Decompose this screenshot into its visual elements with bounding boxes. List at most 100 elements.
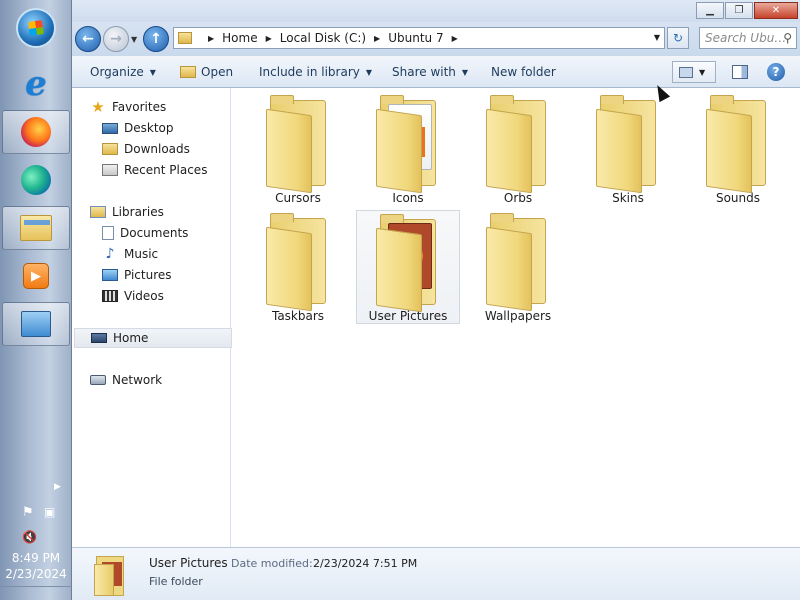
title-bar[interactable]: ▁ ❐ ✕ [72,0,800,22]
folder-icon [20,215,52,241]
new-folder-button[interactable]: New folder [491,65,556,79]
music-note-icon: ♪ [105,246,115,262]
chevron-right-icon[interactable]: ▶ [374,34,380,43]
documents-icon [102,226,114,240]
folder-label: Cursors [275,191,321,205]
refresh-icon: ↻ [672,31,684,45]
folder-cursors[interactable]: Cursors [246,92,350,206]
folder-open-icon [180,66,196,78]
media-player-icon: ▶ [23,263,49,289]
open-label: Open [201,65,234,79]
taskbar-edge[interactable] [2,158,70,202]
clock[interactable]: 8:49 PM 2/23/2024 [0,550,72,582]
close-icon: ✕ [771,5,781,16]
navigation-pane: ★ Favorites Desktop Downloads Recent Plac… [72,88,232,547]
sidebar-item-libraries[interactable]: Libraries [90,202,248,222]
folder-orbs[interactable]: Orbs [466,92,570,206]
organize-label: Organize [90,65,144,79]
folder-label: Skins [612,191,644,205]
restore-icon: ❐ [734,5,744,16]
sidebar-item-favorites[interactable]: ★ Favorites [90,97,248,117]
chevron-right-icon[interactable]: ▶ [208,34,214,43]
folder-taskbars[interactable]: Taskbars [246,210,350,324]
chevron-right-icon[interactable]: ▶ [266,34,272,43]
minimize-button[interactable]: ▁ [696,2,724,19]
show-desktop-button[interactable] [0,586,72,600]
folder-icon [596,94,660,194]
refresh-button[interactable]: ↻ [667,27,689,49]
share-label: Share with [392,65,456,79]
folder-icon [178,32,192,44]
address-bar[interactable]: ▶ Home ▶ Local Disk (C:) ▶ Ubuntu 7 ▶ ▼ [173,27,665,49]
folder-label: Orbs [503,191,533,205]
sidebar-item-label: Network [112,373,163,387]
folder-with-icons-icon [376,94,440,194]
folder-skins[interactable]: Skins [576,92,680,206]
search-icon[interactable]: ⚲ [783,31,792,45]
network-tray-icon[interactable]: ▣ [44,505,55,519]
taskbar-control-panel[interactable] [2,302,70,346]
breadcrumb-local-disk[interactable]: Local Disk (C:) [280,31,366,45]
details-modified-label: Date modified: [231,557,313,570]
start-button[interactable] [2,6,70,50]
windows-orb-icon [16,8,56,48]
share-with-button[interactable]: Share with ▼ [392,65,468,79]
preview-pane-button[interactable] [732,65,748,79]
restore-button[interactable]: ❐ [725,2,753,19]
help-icon: ? [772,65,780,79]
chevron-down-icon: ▼ [365,67,373,77]
volume-muted-icon[interactable]: 🔇 [22,530,37,544]
sidebar-item-label: Downloads [124,142,190,156]
navigation-bar: ← → ▼ ↑ ▶ Home ▶ Local Disk (C:) ▶ Ubunt… [72,22,800,56]
change-view-button[interactable]: ▼ [672,61,716,83]
folder-label: Wallpapers [484,309,552,323]
folder-wallpapers[interactable]: Wallpapers [466,210,570,324]
folder-icons[interactable]: Icons [356,92,460,206]
details-pane: User Pictures Date modified: 2/23/2024 7… [72,547,800,600]
internet-explorer-icon: e [25,64,47,104]
clock-time: 8:49 PM [11,551,61,565]
breadcrumb-ubuntu7[interactable]: Ubuntu 7 [388,31,443,45]
up-arrow-icon: ↑ [150,31,162,47]
folder-user-pictures[interactable]: User Pictures [356,210,460,324]
search-input[interactable]: Search Ubu… ⚲ [699,27,797,49]
back-arrow-icon: ← [82,31,94,47]
taskbar-internet-explorer[interactable]: e [2,62,70,106]
forward-button[interactable]: → [103,26,129,52]
sidebar-item-label: Libraries [112,205,164,219]
selected-folder-thumbnail-icon [94,554,124,596]
chevron-down-icon[interactable]: ▼ [699,68,705,77]
clock-date: 2/23/2024 [5,567,67,581]
downloads-icon [102,143,118,155]
taskbar-media-player[interactable]: ▶ [2,254,70,298]
taskbar-windows-explorer[interactable] [2,206,70,250]
up-button[interactable]: ↑ [143,26,169,52]
sidebar-item-network[interactable]: Network [90,370,248,390]
network-icon [90,375,106,385]
file-list: Cursors Icons Orbs Skins Sounds Taskbars… [232,88,800,547]
close-button[interactable]: ✕ [754,2,798,19]
recent-pages-dropdown[interactable]: ▼ [131,35,137,44]
help-button[interactable]: ? [767,63,785,81]
organize-button[interactable]: Organize ▼ [90,65,156,79]
chevron-right-icon[interactable]: ▶ [452,34,458,43]
folder-label: Icons [392,191,424,205]
back-button[interactable]: ← [75,26,101,52]
action-center-flag-icon[interactable]: ⚑ [22,505,34,520]
breadcrumb-home[interactable]: Home [222,31,257,45]
view-icon [679,66,693,78]
taskbar-firefox[interactable] [2,110,70,154]
include-in-library-button[interactable]: Include in library ▼ [259,65,372,79]
sidebar-item-home[interactable]: Home [74,328,232,348]
folder-sounds[interactable]: Sounds [686,92,790,206]
open-button[interactable]: Open [180,65,233,79]
address-dropdown-icon[interactable]: ▼ [654,33,660,42]
libraries-icon [90,206,106,218]
videos-icon [102,290,118,302]
home-drive-icon [91,333,107,343]
taskbar: e ▶ ▶ ⚑ ▣ 🔇 8:49 PM 2/23/2024 [0,0,72,600]
sidebar-item-label: Desktop [124,121,174,135]
folder-icon [266,212,330,312]
firefox-icon [21,117,51,147]
show-hidden-icons-chevron-icon[interactable]: ▶ [54,482,61,492]
